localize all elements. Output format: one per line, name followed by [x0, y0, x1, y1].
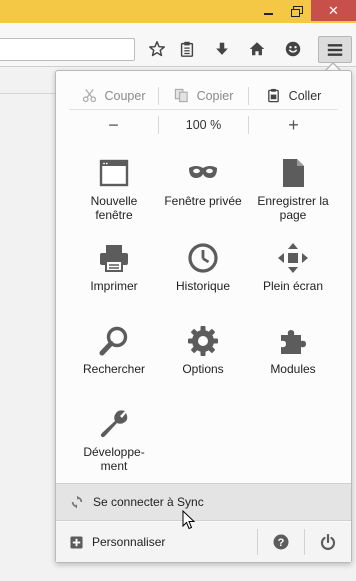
fullscreen-arrows-icon	[276, 241, 310, 275]
private-window-label: Fenêtre privée	[164, 194, 242, 208]
paste-button[interactable]: Coller	[249, 82, 338, 109]
cut-label: Couper	[104, 88, 146, 103]
addons-button[interactable]: Modules	[248, 324, 338, 376]
history-button[interactable]: Historique	[158, 241, 248, 293]
new-window-icon	[97, 156, 131, 190]
scissors-icon	[82, 89, 96, 103]
puzzle-icon	[276, 324, 310, 358]
nav-toolbar	[0, 23, 356, 67]
fullscreen-label: Plein écran	[262, 279, 324, 293]
window-titlebar: ✕	[0, 0, 356, 23]
zoom-in-button[interactable]: +	[249, 115, 338, 136]
save-page-label: Enregistrer la page	[257, 194, 329, 222]
customize-button[interactable]: Personnaliser	[56, 522, 257, 562]
new-window-button[interactable]: Nouvelle fenêtre	[69, 156, 159, 222]
copy-label: Copier	[196, 88, 234, 103]
home-icon[interactable]	[246, 38, 268, 60]
url-bar[interactable]	[0, 38, 135, 61]
history-clock-icon	[186, 241, 220, 275]
developer-label: Développe-ment	[83, 445, 145, 473]
cut-button[interactable]: Couper	[69, 82, 158, 109]
maximize-button[interactable]	[283, 0, 309, 21]
sync-icon	[71, 495, 83, 509]
mouse-cursor-icon	[182, 510, 196, 530]
wrench-icon	[97, 407, 131, 441]
hamburger-menu-icon	[327, 43, 343, 56]
open-menu-button[interactable]	[318, 36, 352, 63]
print-button[interactable]: Imprimer	[69, 241, 159, 293]
clipboard-icon	[267, 88, 279, 103]
addons-label: Modules	[270, 362, 316, 376]
reading-list-icon[interactable]	[176, 38, 198, 60]
help-icon: ?	[273, 534, 289, 550]
new-window-label: Nouvelle fenêtre	[90, 194, 138, 222]
zoom-reset-button[interactable]: 100 %	[159, 118, 248, 132]
paste-label: Coller	[288, 88, 322, 103]
customize-label: Personnaliser	[92, 535, 166, 549]
fullscreen-button[interactable]: Plein écran	[248, 241, 338, 293]
save-page-icon	[276, 156, 310, 190]
copy-button[interactable]: Copier	[159, 82, 248, 109]
history-label: Historique	[175, 279, 231, 293]
edit-controls: Couper Copier Coller	[69, 82, 338, 110]
help-glyph: ?	[278, 537, 285, 549]
maximize-icon	[291, 6, 303, 17]
gear-icon	[186, 324, 220, 358]
menu-panel: Couper Copier Coller − 100 % + Nouvelle …	[55, 70, 352, 563]
search-label: Rechercher	[82, 362, 146, 376]
search-button[interactable]: Rechercher	[69, 324, 159, 376]
sync-signin-button[interactable]: Se connecter à Sync	[56, 483, 351, 521]
quit-button[interactable]	[305, 522, 351, 562]
copy-icon	[174, 88, 188, 103]
zoom-controls: − 100 % +	[69, 112, 338, 138]
private-window-button[interactable]: Fenêtre privée	[158, 156, 248, 208]
panel-footer: Personnaliser ?	[56, 522, 351, 562]
options-button[interactable]: Options	[158, 324, 248, 376]
smiley-icon[interactable]	[282, 38, 304, 60]
power-icon	[320, 534, 336, 550]
private-mask-icon	[186, 156, 220, 190]
print-label: Imprimer	[90, 279, 138, 293]
download-icon[interactable]	[211, 38, 233, 60]
save-page-button[interactable]: Enregistrer la page	[248, 156, 338, 222]
plus-box-icon	[70, 535, 83, 549]
minimize-button[interactable]	[255, 0, 281, 21]
star-icon[interactable]	[146, 38, 168, 60]
page-divider	[0, 93, 60, 94]
options-label: Options	[182, 362, 224, 376]
sync-label: Se connecter à Sync	[93, 495, 204, 509]
close-button[interactable]: ✕	[311, 0, 356, 21]
magnifier-icon	[97, 324, 131, 358]
help-button[interactable]: ?	[258, 522, 304, 562]
zoom-out-button[interactable]: −	[69, 115, 158, 136]
printer-icon	[97, 241, 131, 275]
developer-button[interactable]: Développe-ment	[69, 407, 159, 473]
